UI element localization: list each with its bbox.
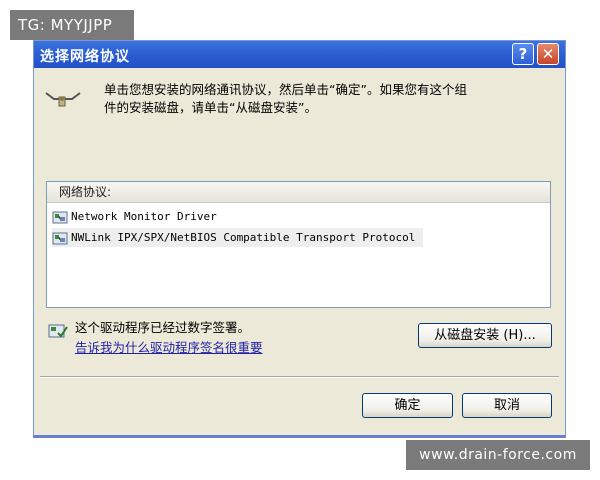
select-network-protocol-dialog: 选择网络协议 ? ✕ 单击您想安装的网络通讯协议，然后单击“确定”。如果您有这个… [33,40,566,438]
list-item-label: Network Monitor Driver [71,210,217,223]
instruction-line-1: 单击您想安装的网络通讯协议，然后单击“确定”。如果您有这个组 [104,82,467,97]
watermark: www.drain-force.com [406,440,590,470]
signature-info-link[interactable]: 告诉我为什么驱动程序签名很重要 [75,337,263,356]
separator [40,376,559,378]
network-plug-icon [45,92,81,107]
cancel-button[interactable]: 取消 [462,393,552,418]
protocol-listbox[interactable]: 网络协议: Network Monitor Driver NWLink IPX/… [46,181,551,308]
title-bar[interactable]: 选择网络协议 ? ✕ [34,41,565,68]
digital-signature-icon [48,324,68,338]
list-item-nwlink-ipx-spx[interactable]: NWLink IPX/SPX/NetBIOS Compatible Transp… [52,228,424,247]
ok-button[interactable]: 确定 [362,393,453,418]
list-item-network-monitor-driver[interactable]: Network Monitor Driver [52,207,217,226]
install-from-disk-button[interactable]: 从磁盘安装 (H)... [418,323,552,348]
dialog-title: 选择网络协议 [40,49,130,65]
close-button[interactable]: ✕ [537,43,559,65]
instruction-text: 单击您想安装的网络通讯协议，然后单击“确定”。如果您有这个组 件的安装磁盘，请单… [104,81,554,117]
instruction-line-2: 件的安装磁盘，请单击“从磁盘安装”。 [104,100,317,115]
tg-badge: TG: MYYJJPP [10,10,134,40]
list-item-label: NWLink IPX/SPX/NetBIOS Compatible Transp… [71,231,416,244]
network-protocol-icon [52,232,68,244]
signature-status-text: 这个驱动程序已经过数字签署。 [75,320,251,335]
help-button[interactable]: ? [512,43,534,65]
protocol-list-header: 网络协议: [47,182,550,203]
network-protocol-icon [52,211,68,223]
